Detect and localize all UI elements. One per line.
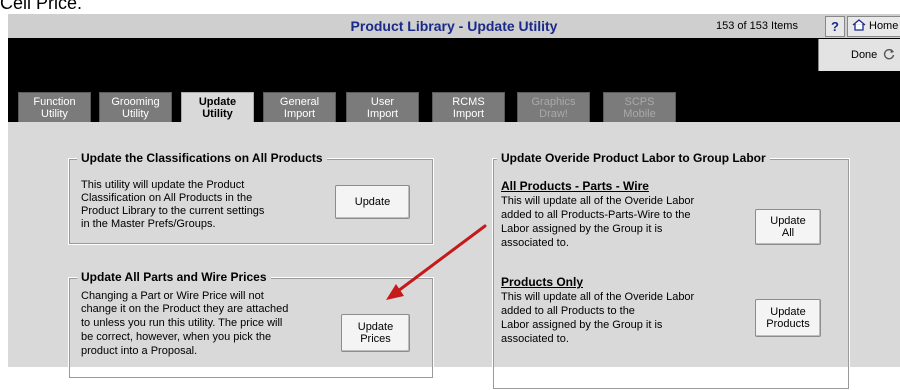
arrow-head	[386, 284, 404, 300]
annotation-arrow	[386, 224, 487, 300]
arrow-shaft	[396, 224, 487, 293]
